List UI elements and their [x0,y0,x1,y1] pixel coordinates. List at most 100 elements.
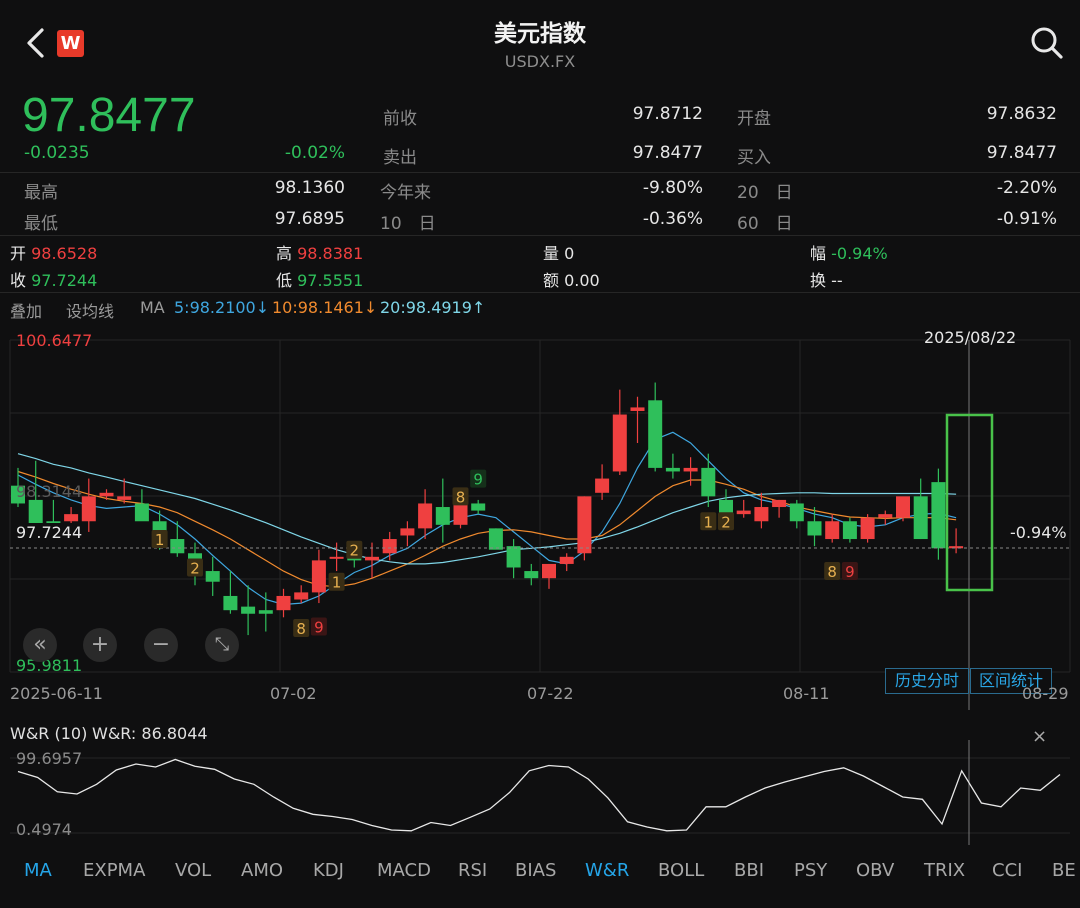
td-mark: 2 [190,559,200,577]
indicator-tab-cci[interactable]: CCI [992,860,1022,881]
candle [931,468,946,560]
candle-body [382,539,397,554]
bar-amplitude-label: 幅 [810,244,827,263]
td-mark: 9 [473,471,483,489]
indicator-tab-vol[interactable]: VOL [175,860,211,881]
candle-body [683,467,698,472]
td-mark: 1 [155,531,165,549]
d60-value: -0.91% [996,209,1057,229]
set-ma-button[interactable]: 设均线 [66,298,114,322]
search-icon[interactable] [1030,26,1064,60]
indicator-tab-rsi[interactable]: RSI [458,860,487,881]
td-mark: 2 [350,542,360,560]
divider [0,235,1080,236]
candle-body [117,496,132,500]
ytd-value: -9.80% [642,178,703,198]
bar-amount-label: 额 [543,271,560,290]
indicator-tab-bbi[interactable]: BBI [734,860,764,881]
bar-turnover: 换 -- [810,267,843,291]
td-mark: 9 [845,563,855,581]
candle [99,489,114,500]
zoom-in-icon[interactable]: + [83,628,117,662]
indicator-tab-kdj[interactable]: KDJ [313,860,344,881]
candle [205,556,220,596]
candle-body [913,496,928,540]
candle-body [789,503,804,522]
low-value: 97.6895 [274,209,345,229]
td-mark: 8 [456,488,466,506]
candle [630,396,645,443]
prev-close-value: 97.8712 [632,104,703,124]
ma10-value: 10:98.1461↓ [272,298,378,317]
bar-open-value: 98.6528 [31,244,98,263]
cursor-price: 97.7244 [16,523,83,542]
candle [913,478,928,540]
bar-open: 开 98.6528 [10,240,97,264]
candle-body [825,521,840,540]
bar-close: 收 97.7244 [10,267,97,291]
indicator-tab-be[interactable]: BE [1052,860,1076,881]
indicator-tab-trix[interactable]: TRIX [924,860,965,881]
td-mark: 1 [704,513,714,531]
high-label: 最高 [24,183,58,203]
candle [524,563,539,586]
indicator-tab-bias[interactable]: BIAS [515,860,556,881]
sell-value: 97.8477 [632,143,703,163]
fullscreen-icon[interactable]: ⤡ [205,628,239,662]
bar-close-value: 97.7244 [31,271,98,290]
indicator-tab-psy[interactable]: PSY [794,860,827,881]
indicator-tab-ma[interactable]: MA [24,860,52,881]
indicator-tab-boll[interactable]: BOLL [658,860,704,881]
bar-turnover-label: 换 [810,271,827,290]
date-label: 07-02 [270,684,317,703]
cursor-date: 2025/08/22 [924,328,1017,347]
candle-body [276,595,291,611]
candle-body [896,496,910,518]
indicator-tabs: MA EXPMA VOL AMO KDJ MACD RSI BIAS W&R BOLL BBI PSY… [0,860,1080,890]
candle-body [506,546,521,568]
indicator-tab-wr[interactable]: W&R [585,860,629,881]
bar-amplitude: 幅 -0.94% [810,240,888,264]
bar-amplitude-value: -0.94% [831,244,888,263]
candle-body [878,514,893,518]
indicator-tab-amo[interactable]: AMO [241,860,283,881]
candle-body [435,507,450,525]
td-mark: 8 [827,563,837,581]
td-mark: 8 [296,620,306,638]
overlay-button[interactable]: 叠加 [10,298,42,322]
candle-body [329,556,344,559]
candle [842,517,857,543]
candle [506,539,521,579]
bar-high: 高 98.8381 [276,240,363,264]
history-intraday-button[interactable]: 历史分时 [885,668,969,694]
indicator-tab-macd[interactable]: MACD [377,860,431,881]
sell-label: 卖出 [383,148,417,168]
indicator-tab-obv[interactable]: OBV [856,860,894,881]
indicator-tab-expma[interactable]: EXPMA [83,860,145,881]
bar-close-label: 收 [10,271,27,290]
bar-high-value: 98.8381 [297,244,364,263]
candle [81,478,96,532]
candle-body [294,592,309,600]
candle [542,563,556,589]
candle [772,499,787,518]
candle-body [860,517,875,540]
candle [134,489,149,522]
candle [400,521,415,547]
candle-body [542,563,556,579]
candle-body [630,407,645,411]
rewind-icon[interactable]: « [23,628,57,662]
candle [329,542,344,572]
candle [435,478,450,543]
candle [825,514,840,543]
zoom-out-icon[interactable]: − [144,628,178,662]
wr-line [17,758,1061,832]
cursor-pct: -0.94% [1010,523,1067,542]
bar-open-label: 开 [10,244,27,263]
bar-low-value: 97.5551 [297,271,364,290]
candle [258,592,273,632]
candle-body [648,400,663,468]
candle [648,382,663,472]
d60-label: 60 日 [737,214,793,234]
candle [949,528,964,554]
